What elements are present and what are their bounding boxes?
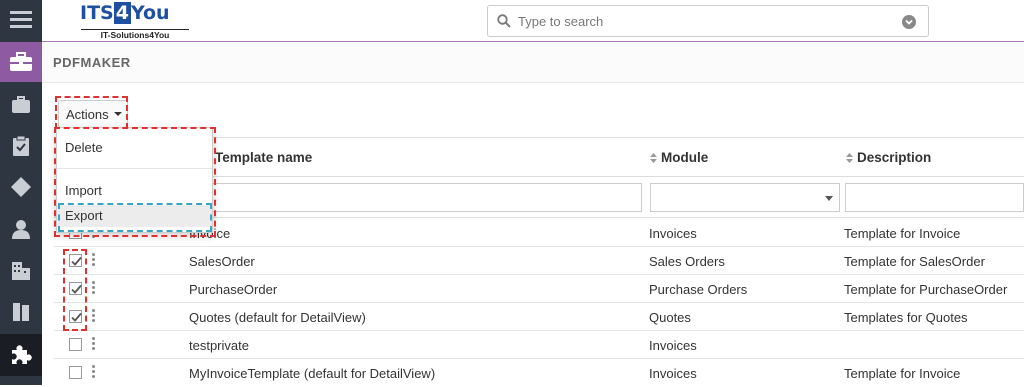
drag-handle-icon[interactable] xyxy=(92,281,95,295)
module-cell: Purchase Orders xyxy=(649,282,748,297)
template-name-cell[interactable]: Quotes (default for DetailView) xyxy=(189,310,366,325)
checkbox-highlight xyxy=(63,249,87,331)
top-bar: ITS 4 You IT-Solutions4You Type to search xyxy=(42,0,1024,42)
export-highlight xyxy=(58,203,212,232)
search-input[interactable]: Type to search xyxy=(487,5,929,37)
module-cell: Invoices xyxy=(649,366,697,381)
module-cell: Sales Orders xyxy=(649,254,725,269)
row-checkbox[interactable] xyxy=(69,338,82,351)
logo-text-four: 4 xyxy=(113,2,131,24)
logo-text-you: You xyxy=(130,2,170,24)
column-header-module[interactable]: Module xyxy=(650,150,708,165)
clipboard-icon[interactable] xyxy=(0,127,42,165)
column-header-label: Description xyxy=(857,150,932,165)
column-header-label: Module xyxy=(661,150,709,165)
template-name-cell[interactable]: SalesOrder xyxy=(189,254,255,269)
table-row[interactable]: testprivate Invoices xyxy=(54,331,1024,359)
chevron-down-icon xyxy=(825,196,833,201)
main-content: Template name Module Description Invoice… xyxy=(42,84,1024,385)
drag-handle-icon[interactable] xyxy=(92,253,95,267)
description-cell: Template for Invoice xyxy=(844,226,961,241)
logo-text: ITS 4 You xyxy=(80,2,170,24)
module-header: PDFMAKER xyxy=(42,43,1024,83)
description-cell: Template for SalesOrder xyxy=(844,254,985,269)
sort-icon xyxy=(846,153,853,164)
drag-handle-icon[interactable] xyxy=(92,337,95,351)
table-row[interactable]: Quotes (default for DetailView) Quotes T… xyxy=(54,303,1024,331)
sort-icon xyxy=(650,153,657,164)
briefcase-icon[interactable] xyxy=(0,42,42,82)
column-header-label: Template name xyxy=(215,150,313,165)
sidebar xyxy=(0,0,42,385)
template-name-cell[interactable]: MyInvoiceTemplate (default for DetailVie… xyxy=(189,366,435,381)
diamond-icon[interactable] xyxy=(0,168,42,206)
module-cell: Quotes xyxy=(649,310,691,325)
search-placeholder: Type to search xyxy=(518,14,604,29)
book-icon[interactable] xyxy=(0,293,42,331)
column-header-template-name[interactable]: Template name xyxy=(204,150,312,165)
logo-text-its: ITS xyxy=(80,2,114,24)
table-row[interactable]: MyInvoiceTemplate (default for DetailVie… xyxy=(54,359,1024,387)
page-title[interactable]: PDFMAKER xyxy=(53,55,131,70)
suitcase-icon[interactable] xyxy=(0,86,42,124)
logo-subtitle: IT-Solutions4You xyxy=(81,29,189,40)
description-filter-input[interactable] xyxy=(845,183,1024,212)
puzzle-icon[interactable] xyxy=(0,334,42,376)
module-cell: Invoices xyxy=(649,226,697,241)
description-cell: Template for PurchaseOrder xyxy=(844,282,1008,297)
drag-handle-icon[interactable] xyxy=(92,365,95,379)
row-checkbox[interactable] xyxy=(69,366,82,379)
description-cell: Template for Invoice xyxy=(844,366,961,381)
building-icon[interactable] xyxy=(0,251,42,289)
search-icon xyxy=(497,14,511,28)
logo[interactable]: ITS 4 You IT-Solutions4You xyxy=(80,2,192,40)
module-filter-select[interactable] xyxy=(650,183,840,212)
template-name-filter-input[interactable] xyxy=(184,183,642,212)
module-cell: Invoices xyxy=(649,338,697,353)
drag-handle-icon[interactable] xyxy=(92,309,95,323)
actions-button-highlight xyxy=(55,96,128,129)
template-name-cell[interactable]: PurchaseOrder xyxy=(189,282,277,297)
menu-icon[interactable] xyxy=(0,0,42,38)
description-cell: Templates for Quotes xyxy=(844,310,968,325)
table-row[interactable]: PurchaseOrder Purchase Orders Template f… xyxy=(54,275,1024,303)
chevron-down-icon[interactable] xyxy=(902,15,916,29)
template-name-cell[interactable]: testprivate xyxy=(189,338,249,353)
column-header-description[interactable]: Description xyxy=(846,150,931,165)
table-row[interactable]: SalesOrder Sales Orders Template for Sal… xyxy=(54,247,1024,275)
user-icon[interactable] xyxy=(0,210,42,248)
